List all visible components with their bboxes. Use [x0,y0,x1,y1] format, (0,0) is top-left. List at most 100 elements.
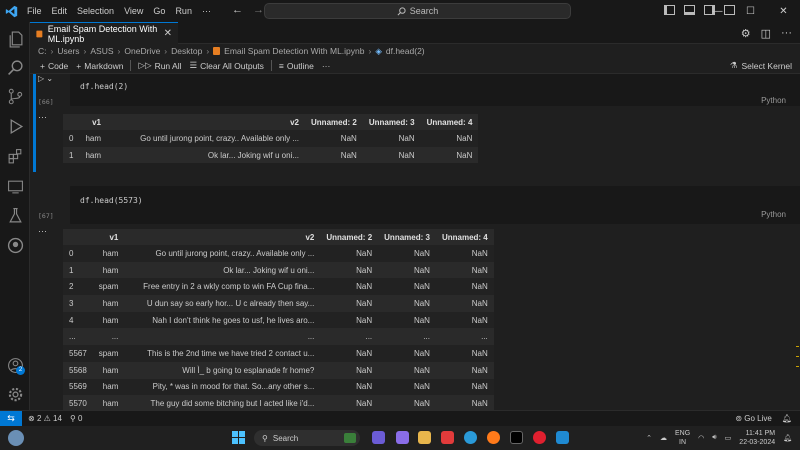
menu-run[interactable]: Run [170,6,197,16]
search-placeholder: Search [409,6,439,16]
run-cell-icon[interactable]: ▷ ⌄ [38,74,53,83]
toggle-panel-icon[interactable] [684,5,695,15]
manage-gear-icon[interactable] [0,381,30,407]
add-code-button[interactable]: + Code [36,61,72,71]
opera-icon[interactable] [533,431,546,444]
remote-indicator-icon[interactable]: ⇆ [0,410,22,427]
code-cell-66[interactable]: df.head(2) [70,74,800,106]
warning-count: 14 [53,414,62,423]
language-indicator[interactable]: ENG IN [675,429,690,447]
breadcrumb-onedrive[interactable]: OneDrive [124,46,160,56]
cell-language[interactable]: Python [761,210,786,219]
wifi-icon[interactable]: ◠ [698,434,704,442]
breadcrumb-desktop[interactable]: Desktop [171,46,202,56]
clear-outputs-button[interactable]: ☰ Clear All Outputs [186,60,268,71]
close-icon[interactable]: ✕ [767,6,800,17]
table-cell: ham [79,146,108,164]
plus-icon: + [40,60,45,71]
accounts-icon[interactable]: 2 [0,352,30,378]
code-cell-67[interactable]: df.head(5573) [70,186,800,224]
execution-count: [67] [38,212,54,220]
table-cell: 0 [63,245,93,262]
github-icon[interactable] [0,232,30,258]
table-cell: NaN [378,345,436,362]
youtube-app-icon[interactable] [441,431,454,444]
menu-go[interactable]: Go [148,6,170,16]
status-bar: ⇆ ⊗ 2 ⚠ 14 ⚲ 0 ⊚ Go Live 🔔︎ [0,410,800,427]
outline-button[interactable]: ≡ Outline [275,61,318,71]
run-all-button[interactable]: ▷▷ Run All [134,60,185,71]
command-center-search[interactable]: Search [264,3,571,19]
ports-indicator[interactable]: ⚲ 0 [70,414,83,423]
add-markdown-button[interactable]: + Markdown [72,61,127,71]
task-view-icon[interactable] [372,431,385,444]
vscode-taskbar-icon[interactable] [556,431,569,444]
notification-icon[interactable]: 🔔︎ [783,434,792,442]
menu-selection[interactable]: Selection [72,6,119,16]
kernel-icon: ⚗ [729,60,738,70]
notifications-bell-icon[interactable]: 🔔︎ [782,414,792,423]
ports-icon: ⚲ [69,414,76,423]
taskbar-search[interactable]: ⚲ Search [254,430,360,446]
menu-edit[interactable]: Edit [47,6,73,16]
toggle-sidebar-icon[interactable] [664,5,675,15]
battery-icon[interactable]: ▭ [725,434,732,442]
cell-symbol-icon: ◈ [375,45,382,56]
gear-icon[interactable]: ⚙ [741,27,751,40]
tab-notebook[interactable]: Email Spam Detection With ML.ipynb ✕ [30,22,178,44]
table-cell: spam [92,345,125,362]
breadcrumb-cell[interactable]: df.head(2) [386,46,425,56]
tab-close-icon[interactable]: ✕ [164,28,172,39]
run-debug-icon[interactable] [0,113,30,139]
breadcrumb-asus[interactable]: ASUS [90,46,113,56]
cloud-icon[interactable]: ☁ [660,434,667,442]
extensions-icon[interactable] [0,143,30,169]
back-arrow-icon[interactable]: ← [232,4,243,16]
volume-icon[interactable]: 🔊︎ [712,434,716,442]
table-cell: ham [92,361,125,379]
edge-browser-icon[interactable] [464,431,477,444]
weather-icon[interactable] [8,430,24,446]
table-cell: NaN [362,130,421,147]
search-view-icon[interactable] [0,54,30,80]
minimize-icon[interactable]: — [701,6,734,17]
maximize-icon[interactable]: ☐ [734,6,767,17]
split-editor-icon[interactable]: ◫ [761,27,771,40]
cell-language[interactable]: Python [761,96,786,105]
cell-code[interactable]: df.head(2) [80,82,128,91]
menu-more[interactable]: ··· [197,6,216,16]
more-actions-icon[interactable]: ··· [781,27,792,40]
table-cell: This is the 2nd time we have tried 2 con… [124,345,321,362]
toolbar-more-button[interactable]: ··· [318,61,335,71]
output-actions-icon[interactable]: ··· [38,112,47,122]
table-body: 0 ham Go until jurong point, crazy.. Avail… [63,245,494,410]
breadcrumb-file[interactable]: Email Spam Detection With ML.ipynb [224,46,364,56]
go-live-button[interactable]: ⊚ Go Live [735,414,772,423]
select-kernel-button[interactable]: ⚗ Select Kernel [730,60,792,71]
breadcrumb-users[interactable]: Users [57,46,79,56]
copilot-app-icon[interactable] [396,431,409,444]
menu-view[interactable]: View [119,6,148,16]
table-cell: ... [435,328,494,346]
file-explorer-icon[interactable] [418,431,431,444]
select-kernel-label: Select Kernel [741,60,792,71]
table-cell: NaN [320,311,379,329]
firefox-icon[interactable] [487,431,500,444]
explorer-icon[interactable] [0,26,30,52]
table-cell: NaN [320,295,379,312]
menu-file[interactable]: File [22,6,47,16]
breadcrumb-drive[interactable]: C: [38,46,47,56]
x-app-icon[interactable] [510,431,523,444]
clock[interactable]: 11:41 PM 22-03-2024 [739,429,775,447]
table-cell: 4 [63,311,93,329]
cell-code[interactable]: df.head(5573) [80,196,143,205]
problems-indicator[interactable]: ⊗ 2 ⚠ 14 [28,414,62,423]
source-control-icon[interactable] [0,83,30,109]
output-actions-icon[interactable]: ··· [38,226,47,236]
table-cell: U dun say so early hor... U c already th… [124,295,321,312]
windows-start-icon[interactable] [232,431,245,449]
remote-explorer-icon[interactable] [0,173,30,199]
chevron-up-icon[interactable]: ⌃ [646,434,652,442]
forward-arrow-icon[interactable]: → [253,4,264,16]
testing-icon[interactable] [0,202,30,228]
